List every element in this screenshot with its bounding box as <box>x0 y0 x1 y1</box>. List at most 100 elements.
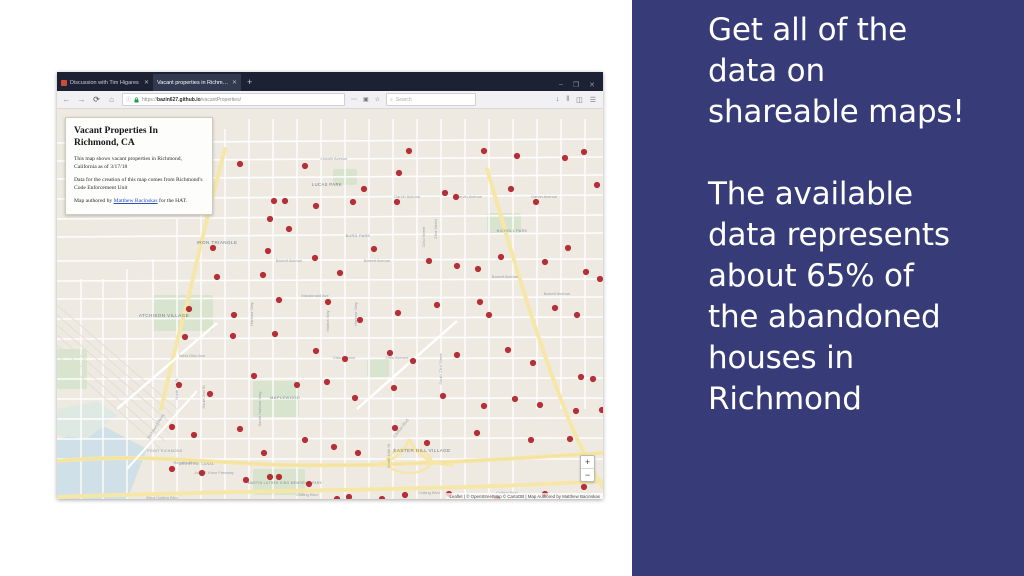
vacant-property-marker[interactable] <box>293 381 301 389</box>
vacant-property-marker[interactable] <box>536 401 544 409</box>
vacant-property-marker[interactable] <box>386 349 394 357</box>
vacant-property-marker[interactable] <box>264 247 272 255</box>
vacant-property-marker[interactable] <box>439 392 447 400</box>
vacant-property-marker[interactable] <box>230 311 238 319</box>
vacant-property-marker[interactable] <box>394 309 402 317</box>
vacant-property-marker[interactable] <box>452 193 460 201</box>
vacant-property-marker[interactable] <box>312 202 320 210</box>
vacant-property-marker[interactable] <box>275 296 283 304</box>
back-icon[interactable]: ← <box>62 95 71 104</box>
vacant-property-marker[interactable] <box>511 395 519 403</box>
vacant-property-marker[interactable] <box>198 469 206 477</box>
vacant-property-marker[interactable] <box>324 298 332 306</box>
vacant-property-marker[interactable] <box>206 390 214 398</box>
vacant-property-marker[interactable] <box>425 257 433 265</box>
search-bar[interactable]: ⌕ Search <box>386 93 477 106</box>
vacant-property-marker[interactable] <box>474 265 482 273</box>
home-icon[interactable]: ⌂ <box>107 95 116 104</box>
close-window-icon[interactable]: ✕ <box>589 81 595 89</box>
browser-tab-2[interactable]: Vacant properties in Richmond, CA ✕ <box>153 74 241 91</box>
vacant-property-marker[interactable] <box>401 491 409 499</box>
vacant-property-marker[interactable] <box>453 262 461 270</box>
zoom-in-button[interactable]: + <box>581 456 594 469</box>
vacant-property-marker[interactable] <box>573 311 581 319</box>
vacant-property-marker[interactable] <box>485 311 493 319</box>
vacant-property-marker[interactable] <box>323 378 331 386</box>
tab-close-icon[interactable]: ✕ <box>232 79 237 86</box>
vacant-property-marker[interactable] <box>513 152 521 160</box>
vacant-property-marker[interactable] <box>175 381 183 389</box>
vacant-property-marker[interactable] <box>301 436 309 444</box>
vacant-property-marker[interactable] <box>572 407 580 415</box>
vacant-property-marker[interactable] <box>351 394 359 402</box>
vacant-property-marker[interactable] <box>229 332 237 340</box>
vacant-property-marker[interactable] <box>360 185 368 193</box>
minimize-icon[interactable]: – <box>559 81 563 89</box>
maximize-icon[interactable]: ❐ <box>573 81 579 89</box>
vacant-property-marker[interactable] <box>275 473 283 481</box>
map-attribution[interactable]: Leaflet | © OpenStreetMap © CartoDB | Ma… <box>446 493 603 499</box>
vacant-property-marker[interactable] <box>281 197 289 205</box>
vacant-property-marker[interactable] <box>260 449 268 457</box>
vacant-property-marker[interactable] <box>473 429 481 437</box>
vacant-property-marker[interactable] <box>393 198 401 206</box>
vacant-property-marker[interactable] <box>507 185 515 193</box>
tab-close-icon[interactable]: ✕ <box>144 79 149 86</box>
vacant-property-marker[interactable] <box>301 162 309 170</box>
vacant-property-marker[interactable] <box>497 253 505 261</box>
vacant-property-marker[interactable] <box>168 465 176 473</box>
zoom-out-button[interactable]: − <box>581 469 594 481</box>
vacant-property-marker[interactable] <box>190 431 198 439</box>
vacant-property-marker[interactable] <box>504 346 512 354</box>
vacant-property-marker[interactable] <box>330 443 338 451</box>
vacant-property-marker[interactable] <box>480 402 488 410</box>
author-link[interactable]: Matthew Bacinskas <box>114 198 158 204</box>
vacant-property-marker[interactable] <box>551 304 559 312</box>
vacant-property-marker[interactable] <box>349 198 357 206</box>
vacant-property-marker[interactable] <box>596 275 603 283</box>
vacant-property-marker[interactable] <box>285 225 293 233</box>
vacant-property-marker[interactable] <box>236 160 244 168</box>
vacant-property-marker[interactable] <box>213 273 221 281</box>
vacant-property-marker[interactable] <box>433 301 441 309</box>
library-icon[interactable]: ‖ <box>566 96 569 103</box>
reload-icon[interactable]: ⟳ <box>92 95 101 104</box>
vacant-property-marker[interactable] <box>185 305 193 313</box>
vacant-property-marker[interactable] <box>356 316 364 324</box>
hamburger-menu-icon[interactable]: ☰ <box>590 96 596 104</box>
vacant-property-marker[interactable] <box>391 424 399 432</box>
vacant-property-marker[interactable] <box>453 351 461 359</box>
vacant-property-marker[interactable] <box>271 330 279 338</box>
page-info-icon[interactable]: ⓘ <box>126 96 131 103</box>
vacant-property-marker[interactable] <box>209 244 217 252</box>
vacant-property-marker[interactable] <box>390 384 398 392</box>
vacant-property-marker[interactable] <box>564 244 572 252</box>
vacant-property-marker[interactable] <box>270 197 278 205</box>
vacant-property-marker[interactable] <box>266 215 274 223</box>
sidebar-icon[interactable]: ◫ <box>576 96 583 104</box>
vacant-property-marker[interactable] <box>336 269 344 277</box>
vacant-property-marker[interactable] <box>236 425 244 433</box>
vacant-property-marker[interactable] <box>395 169 403 177</box>
vacant-property-marker[interactable] <box>311 254 319 262</box>
vacant-property-marker[interactable] <box>250 372 258 380</box>
vacant-property-marker[interactable] <box>181 333 189 341</box>
reader-mode-icon[interactable]: ▣ <box>363 96 369 103</box>
vacant-property-marker[interactable] <box>441 189 449 197</box>
vacant-property-marker[interactable] <box>305 480 313 488</box>
vacant-property-marker[interactable] <box>561 154 569 162</box>
vacant-property-marker[interactable] <box>259 271 267 279</box>
vacant-property-marker[interactable] <box>405 147 413 155</box>
vacant-property-marker[interactable] <box>527 436 535 444</box>
address-bar[interactable]: ⓘ https://bazin627.github.io/vacantPrope… <box>122 93 345 106</box>
browser-tab-1[interactable]: Discussion with Tim Higares ✕ <box>57 74 153 91</box>
vacant-property-marker[interactable] <box>312 347 320 355</box>
vacant-property-marker[interactable] <box>341 355 349 363</box>
vacant-property-marker[interactable] <box>168 423 176 431</box>
vacant-property-marker[interactable] <box>480 147 488 155</box>
vacant-property-marker[interactable] <box>409 357 417 365</box>
vacant-property-marker[interactable] <box>242 476 250 484</box>
vacant-property-marker[interactable] <box>580 483 588 491</box>
vacant-property-marker[interactable] <box>423 439 431 447</box>
forward-icon[interactable]: → <box>77 95 86 104</box>
